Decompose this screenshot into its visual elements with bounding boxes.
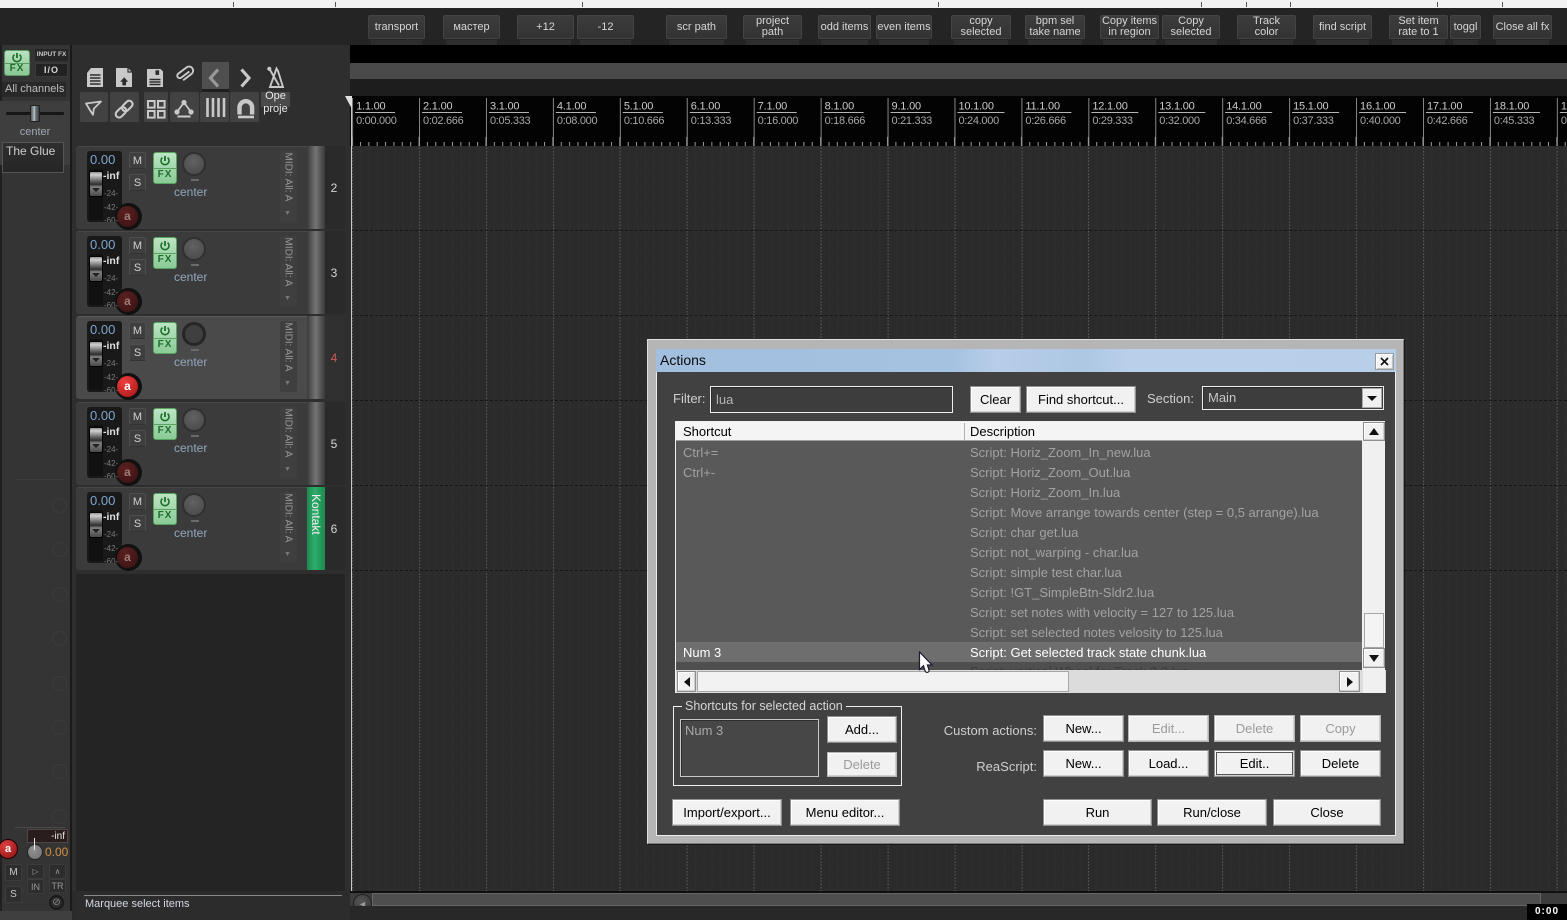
svg-text:0:18.666: 0:18.666 bbox=[825, 115, 866, 127]
svg-text:18.1.00: 18.1.00 bbox=[1494, 101, 1529, 113]
svg-text:0:24.000: 0:24.000 bbox=[958, 115, 999, 127]
svg-text:0:21.333: 0:21.333 bbox=[892, 115, 933, 127]
svg-text:0:10.666: 0:10.666 bbox=[624, 115, 665, 127]
svg-text:0:42.666: 0:42.666 bbox=[1427, 115, 1468, 127]
svg-text:12.1.00: 12.1.00 bbox=[1092, 101, 1127, 113]
svg-text:0:34.666: 0:34.666 bbox=[1226, 115, 1267, 127]
svg-text:4.1.00: 4.1.00 bbox=[557, 101, 586, 113]
svg-text:9.1.00: 9.1.00 bbox=[892, 101, 921, 113]
svg-text:0:00.000: 0:00.000 bbox=[356, 115, 397, 127]
svg-text:0:32.000: 0:32.000 bbox=[1159, 115, 1200, 127]
svg-text:3.1.00: 3.1.00 bbox=[490, 101, 519, 113]
svg-text:6.1.00: 6.1.00 bbox=[691, 101, 720, 113]
svg-text:5.1.00: 5.1.00 bbox=[624, 101, 653, 113]
svg-text:16.1.00: 16.1.00 bbox=[1360, 101, 1395, 113]
svg-text:0:05.333: 0:05.333 bbox=[490, 115, 531, 127]
svg-text:15.1.00: 15.1.00 bbox=[1293, 101, 1328, 113]
svg-text:0:45.333: 0:45.333 bbox=[1494, 115, 1535, 127]
svg-text:0:08.000: 0:08.000 bbox=[557, 115, 598, 127]
svg-text:14.1.00: 14.1.00 bbox=[1226, 101, 1261, 113]
svg-text:0:48.000: 0:48.000 bbox=[1561, 115, 1567, 127]
svg-text:13.1.00: 13.1.00 bbox=[1159, 101, 1194, 113]
svg-text:0:29.333: 0:29.333 bbox=[1092, 115, 1133, 127]
svg-text:0:26.666: 0:26.666 bbox=[1025, 115, 1066, 127]
svg-text:0:40.000: 0:40.000 bbox=[1360, 115, 1401, 127]
svg-text:0:37.333: 0:37.333 bbox=[1293, 115, 1334, 127]
svg-text:11.1.00: 11.1.00 bbox=[1025, 101, 1060, 113]
svg-text:0:02.666: 0:02.666 bbox=[423, 115, 464, 127]
svg-text:1.1.00: 1.1.00 bbox=[356, 101, 385, 113]
svg-text:8.1.00: 8.1.00 bbox=[825, 101, 854, 113]
svg-text:0:16.000: 0:16.000 bbox=[758, 115, 799, 127]
svg-text:7.1.00: 7.1.00 bbox=[758, 101, 787, 113]
svg-text:19.1.00: 19.1.00 bbox=[1561, 101, 1567, 113]
svg-text:0:13.333: 0:13.333 bbox=[691, 115, 732, 127]
svg-text:17.1.00: 17.1.00 bbox=[1427, 101, 1462, 113]
svg-text:2.1.00: 2.1.00 bbox=[423, 101, 452, 113]
svg-text:10.1.00: 10.1.00 bbox=[958, 101, 993, 113]
